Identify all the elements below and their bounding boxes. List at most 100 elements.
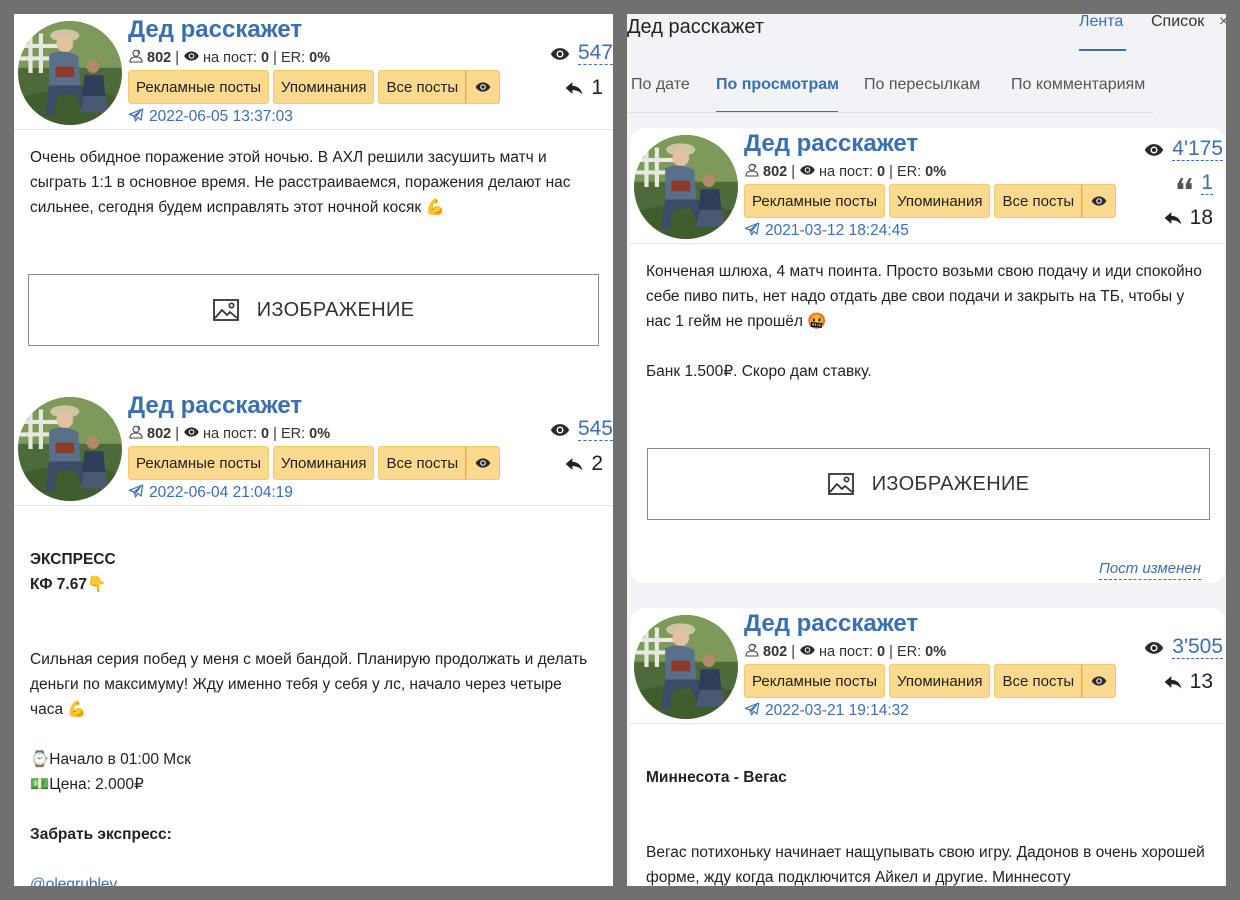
eye-icon (1090, 193, 1108, 209)
ads-posts-button[interactable]: Рекламные посты (128, 70, 270, 104)
post-date[interactable]: 2021-03-12 18:24:45 (744, 221, 909, 240)
channel-avatar[interactable] (18, 21, 122, 125)
forwards-count: 18 (1189, 206, 1213, 229)
post-date[interactable]: 2022-06-05 13:37:03 (128, 107, 293, 126)
ads-posts-button[interactable]: Рекламные посты (744, 184, 886, 218)
eye-icon (183, 48, 200, 64)
all-posts-group: Все посты (378, 70, 501, 104)
channel-stats: 802 | на пост: 0 | ER: 0% (128, 48, 330, 66)
telegram-plane-icon (128, 107, 144, 123)
post-card: Дед расскажет 802 | на пост: 0 | ER: 0% … (630, 608, 1225, 886)
channel-name[interactable]: Дед расскажет (744, 130, 918, 158)
channel-name[interactable]: Дед расскажет (128, 16, 302, 44)
eye-icon (799, 642, 816, 658)
eye-icon (1142, 638, 1166, 658)
quotes-metric: 1 (1175, 172, 1213, 195)
channel-name[interactable]: Дед расскажет (128, 392, 302, 420)
post-link[interactable]: @olegrublev (30, 872, 593, 886)
close-icon[interactable]: × (1219, 14, 1226, 31)
forwards-count: 2 (591, 452, 603, 475)
post-heading-odds: КФ 7.67👇 (30, 576, 107, 593)
views-metric: 3'505 (1142, 636, 1223, 659)
post-edited-link[interactable]: Пост изменен (1099, 559, 1201, 580)
channel-avatar[interactable] (634, 135, 738, 239)
post-body: Миннесота - Вегас Вегас потихоньку начин… (630, 724, 1225, 886)
right-pane: Дед расскажет Лента Список × По дате По … (627, 14, 1226, 886)
eye-icon (474, 79, 492, 95)
image-icon (828, 473, 854, 495)
forwards-metric: 13 (1162, 670, 1213, 694)
post-actions: Рекламные посты Упоминания Все посты (744, 664, 1117, 698)
channel-avatar[interactable] (18, 397, 122, 501)
post-bold-line: Забрать экспресс: (30, 826, 172, 843)
views-count[interactable]: 547 (577, 42, 613, 65)
views-count[interactable]: 3'505 (1172, 636, 1223, 659)
tab-list[interactable]: Список (1151, 14, 1204, 31)
image-placeholder[interactable]: ИЗОБРАЖЕНИЕ (647, 448, 1210, 520)
eye-icon (1142, 140, 1166, 160)
sort-by-date[interactable]: По дате (631, 76, 690, 94)
post-actions: Рекламные посты Упоминания Все посты (128, 70, 501, 104)
tab-feed[interactable]: Лента (1079, 14, 1123, 31)
panel-title: Дед расскажет (627, 16, 765, 38)
users-icon (744, 642, 760, 658)
telegram-plane-icon (128, 483, 144, 499)
quote-icon (1175, 174, 1195, 194)
post-date[interactable]: 2022-06-04 21:04:19 (128, 483, 293, 502)
all-posts-button[interactable]: Все посты (994, 664, 1083, 698)
mentions-button[interactable]: Упоминания (889, 184, 991, 218)
all-posts-group: Все посты (378, 446, 501, 480)
forwards-metric: 1 (563, 76, 603, 100)
ads-posts-button[interactable]: Рекламные посты (744, 664, 886, 698)
eye-icon (474, 455, 492, 471)
sort-by-forwards[interactable]: По пересылкам (864, 76, 980, 94)
mentions-button[interactable]: Упоминания (273, 446, 375, 480)
all-posts-button[interactable]: Все посты (994, 184, 1083, 218)
forwards-count: 1 (591, 76, 603, 99)
reply-icon (563, 78, 585, 98)
views-metric: 547 (548, 42, 613, 65)
all-posts-button[interactable]: Все посты (378, 446, 467, 480)
post-actions: Рекламные посты Упоминания Все посты (744, 184, 1117, 218)
post-body: ЭКСПРЕСС КФ 7.67👇 Сильная серия побед у … (14, 506, 613, 886)
post-heading: Миннесота - Вегас (646, 769, 787, 786)
users-icon (128, 424, 144, 440)
post-header: Дед расскажет 802 | на пост: 0 | ER: 0% … (14, 390, 613, 506)
image-placeholder[interactable]: ИЗОБРАЖЕНИЕ (28, 274, 599, 346)
channel-name[interactable]: Дед расскажет (744, 610, 918, 638)
sort-by-comments[interactable]: По комментариям (1011, 76, 1145, 94)
all-posts-button[interactable]: Все посты (378, 70, 467, 104)
post-body: Очень обидное поражение этой ночью. В АХ… (14, 130, 613, 234)
telegram-plane-icon (744, 701, 760, 717)
views-metric: 4'175 (1142, 138, 1223, 161)
tab-feed-underline (1079, 49, 1126, 51)
channel-avatar[interactable] (634, 615, 738, 719)
post-text: Очень обидное поражение этой ночью. В АХ… (30, 149, 571, 216)
post-header: Дед расскажет 802 | на пост: 0 | ER: 0% … (14, 14, 613, 130)
sort-by-views[interactable]: По просмотрам (716, 76, 839, 94)
ads-posts-button[interactable]: Рекламные посты (128, 446, 270, 480)
view-post-button[interactable] (1082, 184, 1117, 218)
forwards-metric: 18 (1162, 206, 1213, 230)
view-post-button[interactable] (466, 446, 501, 480)
post-line-price: 💵Цена: 2.000₽ (30, 776, 144, 793)
post-header: Дед расскажет 802 | на пост: 0 | ER: 0% … (630, 608, 1225, 724)
post-header: Дед расскажет 802 | на пост: 0 | ER: 0% … (630, 128, 1225, 244)
quotes-count[interactable]: 1 (1201, 172, 1213, 195)
mentions-button[interactable]: Упоминания (273, 70, 375, 104)
eye-icon (183, 424, 200, 440)
post-card: Дед расскажет 802 | на пост: 0 | ER: 0% … (14, 14, 613, 363)
view-post-button[interactable] (466, 70, 501, 104)
channel-stats: 802 | на пост: 0 | ER: 0% (744, 642, 946, 660)
views-count[interactable]: 545 (577, 418, 613, 441)
post-text: Сильная серия побед у меня с моей бандой… (30, 651, 588, 718)
forwards-count: 13 (1189, 670, 1213, 693)
subscribers-count: 802 (147, 50, 172, 66)
post-date[interactable]: 2022-03-21 19:14:32 (744, 701, 909, 720)
reply-icon (563, 454, 585, 474)
view-post-button[interactable] (1082, 664, 1117, 698)
mentions-button[interactable]: Упоминания (889, 664, 991, 698)
views-count[interactable]: 4'175 (1172, 138, 1223, 161)
all-posts-group: Все посты (994, 184, 1117, 218)
channel-stats: 802 | на пост: 0 | ER: 0% (744, 162, 946, 180)
